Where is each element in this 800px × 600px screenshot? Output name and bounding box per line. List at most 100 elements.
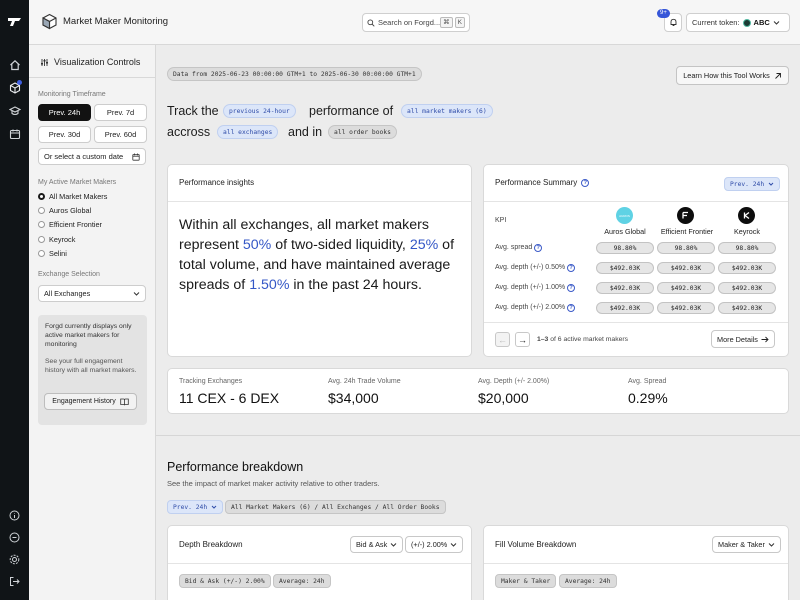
filter-pill-order-books[interactable]: all order books — [328, 125, 397, 139]
help-icon[interactable]: ? — [567, 284, 576, 292]
depth-side-dropdown[interactable]: Bid & Ask — [350, 536, 404, 553]
settings-icon[interactable] — [7, 552, 22, 567]
info-title: Forgd currently displays only active mar… — [45, 323, 132, 348]
radio-button[interactable] — [38, 236, 45, 243]
radio-button[interactable] — [38, 221, 45, 228]
divider — [484, 201, 788, 202]
help-icon[interactable]: ? — [534, 244, 543, 252]
breakdown-period-pill[interactable]: Prev. 24h — [167, 500, 223, 514]
maker-taker-dropdown[interactable]: Maker & Taker — [712, 536, 781, 553]
chevron-down-icon — [773, 21, 780, 25]
avg-spread: 1.50% — [249, 277, 290, 293]
divider — [29, 77, 155, 78]
chevron-down-icon — [133, 292, 140, 296]
depth-range-dropdown[interactable]: (+/-) 2.00% — [405, 536, 464, 553]
radio-button[interactable] — [38, 250, 45, 257]
mm-radio-all[interactable]: All Market Makers — [38, 192, 107, 201]
filter-pill-exchanges[interactable]: all exchanges — [217, 125, 279, 139]
sentence-and-in: and in — [288, 125, 323, 139]
calendar-icon[interactable] — [7, 126, 22, 141]
timeframe-60d-button[interactable]: Prev. 60d — [94, 126, 147, 143]
chevron-down-icon — [768, 182, 774, 186]
cube-icon[interactable] — [7, 80, 22, 95]
forgd-logo[interactable] — [6, 13, 23, 30]
search-icon — [367, 18, 375, 27]
app-cube-icon — [41, 13, 58, 30]
breakdown-title: Performance breakdown — [167, 460, 304, 474]
stat-value: 0.29% — [628, 390, 668, 406]
liquidity-share: 50% — [242, 237, 272, 253]
book-icon — [120, 398, 129, 405]
main-content: Data from 2025-06-23 00:00:00 GTM+1 to 2… — [156, 45, 800, 600]
maker-name: Auros Global — [604, 227, 646, 236]
arrow-up-right-icon — [774, 72, 781, 79]
timeframe-30d-button[interactable]: Prev. 30d — [38, 126, 91, 143]
token-coin-icon — [742, 18, 751, 27]
breakdown-scope-pill: All Market Makers (6) / All Exchanges / … — [225, 500, 446, 514]
mm-radio-selini[interactable]: Selini — [38, 249, 67, 258]
exchange-select[interactable]: All Exchanges — [38, 285, 146, 302]
depth-filter-pill: Bid & Ask (+/-) 2.00% — [179, 574, 271, 588]
chevron-down-icon — [390, 543, 397, 547]
depth-breakdown-card: Depth Breakdown Bid & Ask (+/-) 2.00% Bi… — [167, 525, 472, 600]
radio-button[interactable] — [38, 207, 45, 214]
filter-pill-market-makers[interactable]: all market makers (6) — [401, 104, 493, 118]
learn-how-button[interactable]: Learn How this Tool Works — [676, 66, 789, 85]
next-page-button[interactable]: → — [515, 332, 530, 347]
auros-logo: AUROS — [616, 207, 633, 224]
timeframe-24h-button[interactable]: Prev. 24h — [38, 104, 91, 121]
prev-page-button[interactable]: ← — [495, 332, 510, 347]
bell-icon — [670, 18, 676, 26]
radio-button[interactable] — [38, 193, 45, 200]
kpi-value: 98.80% — [596, 242, 654, 254]
engagement-history-button[interactable]: Engagement History — [44, 393, 137, 410]
kpi-value: $492.03K — [657, 262, 715, 274]
info-body: See your full engagement history with al… — [45, 358, 137, 375]
info-icon[interactable] — [7, 508, 22, 523]
efficient-frontier-logo — [677, 207, 694, 224]
fill-volume-breakdown-card: Fill Volume Breakdown Maker & Taker Make… — [483, 525, 789, 600]
mm-radio-keyrock[interactable]: Keyrock — [38, 235, 75, 244]
exchange-label: Exchange Selection — [38, 271, 100, 278]
logout-icon[interactable] — [7, 574, 22, 589]
kpi-row-label: Avg. spread ? — [495, 244, 543, 252]
volume-share: 25% — [409, 237, 439, 253]
custom-date-label: Or select a custom date — [44, 152, 124, 161]
filter-pill-period[interactable]: previous 24-hour — [223, 104, 296, 118]
kpi-row-label: Avg. depth (+/-) 2.00% ? — [495, 304, 576, 312]
custom-date-picker[interactable]: Or select a custom date — [38, 148, 146, 165]
sidebar-title: Visualization Controls — [54, 57, 141, 67]
kpi-value: $492.03K — [596, 302, 654, 314]
chevron-down-icon — [211, 505, 217, 509]
token-selector[interactable]: Current token: ABC — [686, 13, 790, 32]
kpi-row-label: Avg. depth (+/-) 1.00% ? — [495, 284, 576, 292]
search-shortcut: ⌘ K — [440, 17, 465, 28]
divider — [168, 563, 471, 564]
kpi-value: 98.80% — [718, 242, 776, 254]
mm-radio-auros[interactable]: Auros Global — [38, 206, 91, 215]
timeframe-7d-button[interactable]: Prev. 7d — [94, 104, 147, 121]
kpi-value: $492.03K — [718, 302, 776, 314]
graduation-icon[interactable] — [7, 103, 22, 118]
help-icon[interactable]: ? — [567, 264, 576, 272]
kpi-value: $492.03K — [718, 282, 776, 294]
help-icon[interactable]: ? — [581, 178, 590, 187]
help-icon[interactable]: ? — [567, 304, 576, 312]
chat-icon[interactable] — [7, 530, 22, 545]
more-details-button[interactable]: More Details — [711, 330, 775, 348]
calendar-icon — [132, 153, 140, 161]
home-icon[interactable] — [7, 57, 22, 72]
divider — [484, 563, 788, 564]
kpi-label: KPI — [495, 217, 507, 224]
chevron-down-icon — [450, 543, 457, 547]
fill-filter-pill: Maker & Taker — [495, 574, 557, 588]
visualization-controls-sidebar: Visualization Controls Monitoring Timefr… — [29, 45, 156, 600]
notification-count-badge: 9+ — [657, 9, 670, 18]
timeframe-label: Monitoring Timeframe — [38, 91, 106, 98]
kpi-value: 98.80% — [657, 242, 715, 254]
search-input[interactable]: Search on Forgd... ⌘ K — [362, 13, 470, 32]
sidebar-header: Visualization Controls — [40, 57, 140, 67]
card-title: Fill Volume Breakdown — [495, 540, 577, 549]
mm-radio-efficient-frontier[interactable]: Efficient Frontier — [38, 220, 102, 229]
market-makers-label: My Active Market Makers — [38, 179, 117, 186]
